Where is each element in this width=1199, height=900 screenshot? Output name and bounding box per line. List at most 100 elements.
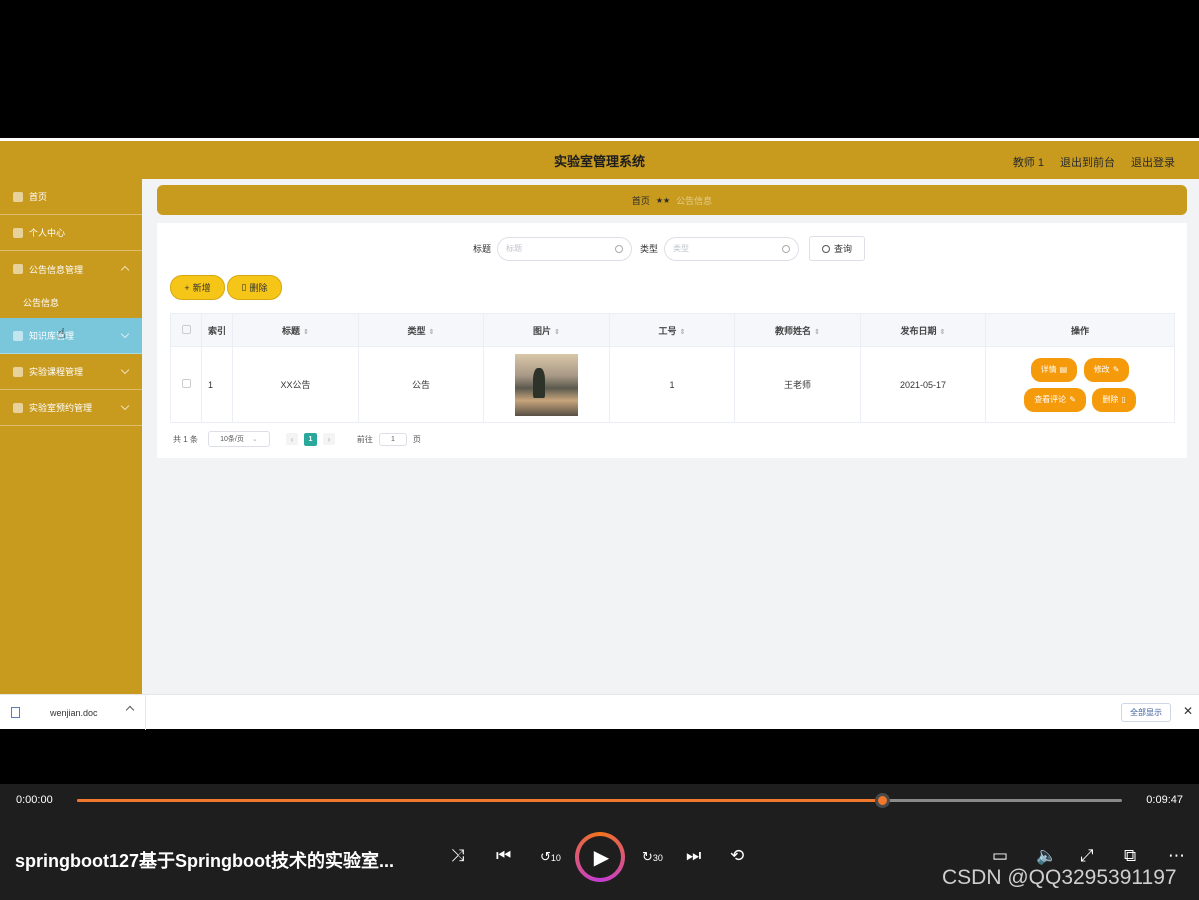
cell-date: 2021-05-17 — [860, 346, 986, 423]
sort-icon[interactable]: ⇕ — [940, 329, 946, 336]
total-count: 共 1 条 — [173, 434, 198, 444]
title-placeholder: 标题 — [506, 244, 523, 253]
sidebar-item-label: 个人中心 — [29, 228, 66, 238]
title-label: 标题 — [473, 244, 492, 254]
repeat-off-icon[interactable]: ⟲ — [730, 846, 744, 866]
previous-icon[interactable]: ⏮ — [496, 846, 511, 866]
video-title: springboot127基于Springboot技术的实验室... — [15, 851, 394, 871]
chevron-up-icon[interactable] — [125, 705, 135, 715]
notice-image[interactable] — [515, 353, 578, 416]
subtitles-icon[interactable]: ▭ — [992, 846, 1008, 866]
edit-icon: ✎ — [1112, 365, 1120, 374]
add-button[interactable]: + 新增 — [170, 275, 225, 300]
top-bar: 实验室管理系统 教师 1 退出到前台 退出登录 — [0, 138, 1199, 179]
mini-player-icon[interactable]: ⧉ — [1124, 846, 1136, 866]
sidebar-item-label: 知识库管理 — [29, 331, 75, 341]
add-button-label: 新增 — [192, 283, 211, 293]
page-unit-label: 页 — [412, 434, 421, 444]
volume-icon[interactable]: 🔈 — [1036, 846, 1057, 866]
cell-image — [483, 346, 610, 423]
title-search-input[interactable]: 标题 — [497, 236, 633, 261]
type-search-input[interactable]: 类型 — [664, 236, 800, 261]
type-placeholder: 类型 — [673, 244, 690, 253]
col-type[interactable]: 类型 ⇕ — [358, 313, 484, 347]
sidebar-subitem-notice[interactable]: 公告信息 — [0, 287, 142, 318]
query-button-label: 查询 — [834, 244, 853, 254]
select-all-checkbox[interactable] — [181, 324, 191, 334]
goto-page-input[interactable]: 1 — [378, 432, 407, 446]
more-icon[interactable]: ⋯ — [1168, 846, 1185, 866]
sidebar-item-booking[interactable]: 实验室预约管理 — [0, 390, 142, 426]
row-delete-button[interactable]: 删除 ▯ — [1092, 387, 1136, 412]
edit-button[interactable]: 修改 ✎ — [1083, 357, 1130, 382]
play-button[interactable]: ▶ — [575, 832, 625, 882]
view-comments-button[interactable]: 查看评论 ✎ — [1024, 387, 1086, 412]
sort-icon[interactable]: ⇕ — [303, 329, 309, 336]
sidebar: 首页 个人中心 公告信息管理 公告信息 知识库管理 ☝ 实验课程管理 实验室预约… — [0, 179, 142, 694]
detail-button[interactable]: 详情 ▤ — [1030, 357, 1078, 382]
trash-icon: ▯ — [241, 282, 247, 292]
seek-bar[interactable] — [77, 793, 1122, 808]
page-number-current[interactable]: 1 — [303, 432, 317, 446]
download-bar: wenjian.doc 全部显示 ✕ — [0, 694, 1199, 730]
hand-cursor-icon: ☝ — [57, 325, 66, 341]
sidebar-item-label: 公告信息 — [23, 298, 60, 308]
main-content: 首页 ★★ 公告信息 标题 标题 类型 类型 查询 + 新增 ▯ 删除 索引 标… — [142, 179, 1199, 694]
rewind-10-icon[interactable]: ↺10 — [540, 849, 561, 865]
next-icon[interactable]: ⏭ — [686, 846, 701, 866]
sidebar-item-notice-mgmt[interactable]: 公告信息管理 — [0, 251, 142, 287]
breadcrumb-home[interactable]: 首页 — [632, 194, 650, 207]
sidebar-item-label: 实验室预约管理 — [29, 403, 93, 413]
col-image[interactable]: 图片 ⇕ — [483, 313, 610, 347]
col-index: 索引 — [201, 313, 233, 347]
home-icon — [13, 191, 23, 202]
calendar-icon — [13, 402, 23, 413]
user-icon — [13, 227, 23, 238]
row-checkbox[interactable] — [181, 379, 191, 388]
time-current: 0:00:00 — [16, 794, 53, 806]
page-size-select[interactable]: 10条/页 ⌄ — [207, 431, 270, 447]
sidebar-item-home[interactable]: 首页 — [0, 179, 142, 215]
next-page-button[interactable]: › — [322, 433, 335, 445]
goto-label: 前往 — [356, 434, 373, 444]
sort-icon[interactable]: ⇕ — [429, 329, 435, 336]
sidebar-item-course[interactable]: 实验课程管理 — [0, 354, 142, 390]
delete-button[interactable]: ▯ 删除 — [227, 275, 282, 300]
screen: 实验室管理系统 教师 1 退出到前台 退出登录 首页 个人中心 公告信息管理 公… — [0, 0, 1199, 900]
col-teacher-no[interactable]: 工号 ⇕ — [609, 313, 735, 347]
download-item[interactable]: wenjian.doc — [0, 695, 146, 730]
fullscreen-icon[interactable]: ⤢ — [1080, 846, 1094, 866]
sort-icon[interactable]: ⇕ — [814, 329, 820, 336]
prev-page-button[interactable]: ‹ — [285, 433, 298, 445]
logout-link[interactable]: 退出登录 — [1131, 154, 1175, 170]
cell-teacher-no: 1 — [609, 346, 735, 423]
file-icon — [11, 707, 20, 718]
sort-icon[interactable]: ⇕ — [680, 329, 686, 336]
time-total: 0:09:47 — [1146, 794, 1183, 806]
sidebar-item-profile[interactable]: 个人中心 — [0, 215, 142, 251]
chevron-up-icon — [120, 265, 130, 275]
notice-icon — [13, 264, 23, 274]
seek-fill — [77, 799, 882, 802]
breadcrumb: 首页 ★★ 公告信息 — [157, 185, 1187, 215]
col-date[interactable]: 发布日期 ⇕ — [860, 313, 986, 347]
show-all-button[interactable]: 全部显示 — [1121, 703, 1171, 722]
shuffle-icon[interactable]: ⤨ — [451, 846, 465, 866]
forward-30-icon[interactable]: ↻30 — [642, 849, 663, 865]
close-icon[interactable]: ✕ — [1183, 704, 1193, 718]
col-title[interactable]: 标题 ⇕ — [232, 313, 359, 347]
cell-title: XX公告 — [232, 346, 359, 423]
video-player-controls: 0:00:00 0:09:47 springboot127基于Springboo… — [0, 784, 1199, 900]
row-checkbox-cell[interactable] — [170, 346, 202, 423]
sidebar-item-knowledge[interactable]: 知识库管理 ☝ — [0, 318, 142, 354]
to-front-link[interactable]: 退出到前台 — [1060, 154, 1115, 170]
select-all-cell[interactable] — [170, 313, 202, 347]
app-window: 实验室管理系统 教师 1 退出到前台 退出登录 首页 个人中心 公告信息管理 公… — [0, 138, 1199, 694]
col-teacher-name[interactable]: 教师姓名 ⇕ — [734, 313, 861, 347]
sort-icon[interactable]: ⇕ — [554, 329, 560, 336]
seek-handle[interactable] — [874, 793, 890, 808]
table-row: 1 XX公告 公告 1 王老师 2021-05-17 详情 ▤ 修改 ✎ 查看评… — [170, 346, 1175, 423]
toolbar: + 新增 ▯ 删除 — [170, 275, 282, 300]
chevron-down-icon: ⌄ — [251, 436, 258, 443]
query-button[interactable]: 查询 — [809, 236, 866, 261]
